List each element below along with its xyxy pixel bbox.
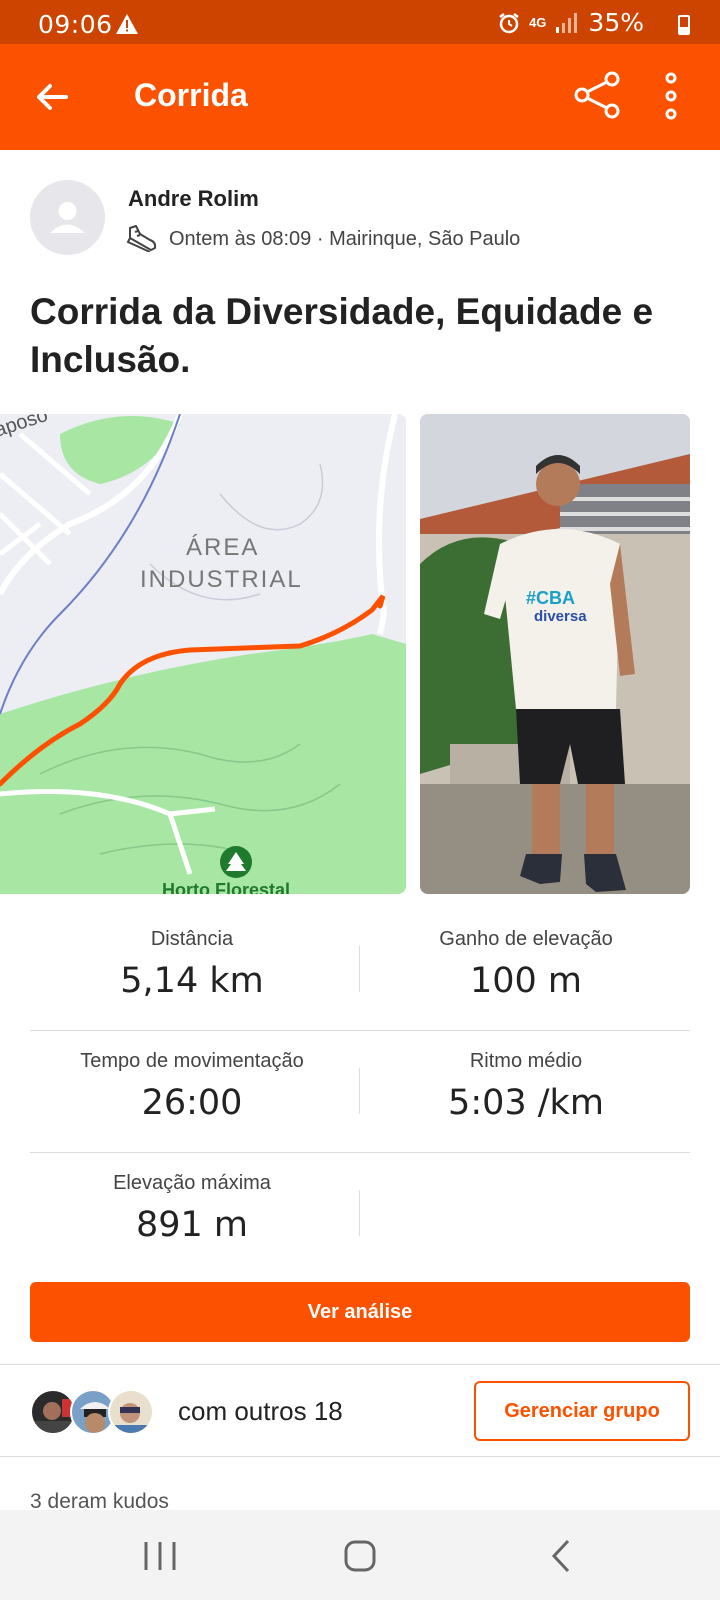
map-area-label-line2: INDUSTRIAL — [140, 566, 303, 593]
alarm-icon — [499, 12, 519, 33]
recent-apps-icon[interactable] — [140, 1538, 180, 1574]
group-with-others[interactable]: com outros 18 — [178, 1396, 343, 1427]
photo-graphic — [420, 414, 690, 894]
system-back-icon[interactable] — [542, 1538, 582, 1574]
stat-divider — [359, 1068, 360, 1114]
stat-elevation-gain: Ganho de elevação 100 m — [376, 928, 676, 1001]
map-graphic — [0, 414, 406, 894]
battery-icon — [678, 15, 690, 35]
row-divider — [30, 1030, 690, 1031]
stat-value: 5:03 /km — [448, 1083, 604, 1123]
network-type: 4G — [529, 15, 547, 30]
stat-value: 26:00 — [141, 1083, 243, 1123]
map-park-label: Horto Florestal — [162, 880, 291, 894]
stat-value: 891 m — [135, 1205, 249, 1245]
running-shoe-icon — [126, 225, 157, 252]
stat-value: 5,14 km — [120, 961, 264, 1001]
section-divider — [0, 1364, 720, 1365]
row-divider — [30, 1152, 690, 1153]
route-map[interactable]: Raposo ÁREA INDUSTRIAL Horto Florestal — [0, 414, 406, 894]
stat-value: 100 m — [469, 961, 583, 1001]
shirt-text-1: #CBA — [526, 588, 576, 608]
athlete-name[interactable]: Andre Rolim — [128, 186, 259, 212]
stat-moving-time: Tempo de movimentação 26:00 — [42, 1050, 342, 1123]
more-options-icon[interactable] — [664, 72, 678, 120]
manage-group-button[interactable]: Gerenciar grupo — [474, 1381, 690, 1441]
default-avatar-icon — [50, 202, 85, 233]
page-title: Corrida — [134, 77, 248, 113]
map-area-label-line1: ÁREA — [186, 534, 260, 561]
warning-icon — [116, 14, 138, 34]
shirt-text-2: diversa — [534, 608, 587, 625]
home-icon[interactable] — [340, 1538, 380, 1574]
app-bar: Corrida — [0, 44, 720, 150]
stat-divider — [359, 946, 360, 992]
stat-label: Elevação máxima — [113, 1172, 271, 1194]
stat-label: Distância — [150, 928, 234, 950]
signal-icon — [556, 12, 578, 33]
view-analysis-button[interactable]: Ver análise — [30, 1282, 690, 1342]
group-member-avatar — [108, 1389, 154, 1435]
activity-photo[interactable]: #CBA diversa — [420, 414, 690, 894]
share-icon[interactable] — [574, 71, 622, 119]
battery-percent: 35% — [588, 8, 644, 37]
stat-label: Ritmo médio — [469, 1050, 583, 1072]
activity-meta: Ontem às 08:09 · Mairinque, São Paulo — [169, 228, 521, 250]
status-icons: 4G 35% — [497, 8, 670, 37]
section-divider — [0, 1456, 720, 1457]
stat-divider — [359, 1190, 360, 1236]
stat-max-elevation: Elevação máxima 891 m — [42, 1172, 342, 1245]
status-bar: 09:06 4G 35% — [0, 0, 720, 44]
stat-avg-pace: Ritmo médio 5:03 /km — [376, 1050, 676, 1123]
stat-distance: Distância 5,14 km — [42, 928, 342, 1001]
athlete-avatar[interactable] — [30, 180, 105, 255]
group-avatars[interactable] — [30, 1389, 160, 1435]
stat-label: Ganho de elevação — [439, 928, 613, 950]
activity-title: Corrida da Diversidade, Equidade e Inclu… — [30, 291, 654, 380]
stat-label: Tempo de movimentação — [80, 1050, 304, 1072]
back-arrow-icon[interactable] — [32, 77, 72, 117]
status-time: 09:06 — [38, 10, 113, 39]
system-nav-bar — [0, 1510, 720, 1600]
